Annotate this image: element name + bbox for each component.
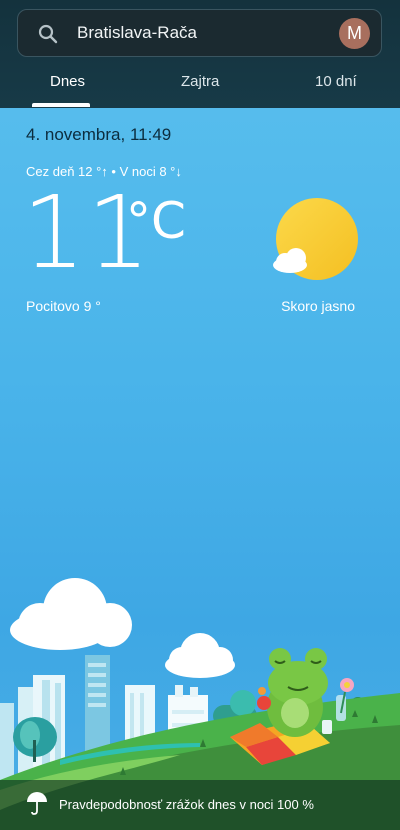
search-bar[interactable]: Bratislava-Rača M bbox=[17, 9, 382, 57]
condition-text: Skoro jasno bbox=[281, 298, 355, 314]
avatar[interactable]: M bbox=[339, 18, 370, 49]
temperature-unit: °C bbox=[126, 192, 186, 250]
partly-sunny-icon bbox=[273, 198, 358, 280]
search-icon[interactable] bbox=[36, 22, 60, 46]
weather-screen: Bratislava-Rača M Dnes Zajtra 10 dní 4. … bbox=[0, 0, 400, 830]
tab-tomorrow[interactable]: Zajtra bbox=[181, 73, 219, 90]
umbrella-icon bbox=[27, 792, 47, 815]
precipitation-banner[interactable]: Pravdepodobnosť zrážok dnes v noci 100 % bbox=[0, 780, 400, 830]
feels-like: Pocitovo 9 ° bbox=[26, 298, 101, 314]
tab-10-days[interactable]: 10 dní bbox=[315, 73, 357, 90]
active-tab-indicator bbox=[32, 103, 90, 107]
top-bar: Bratislava-Rača M Dnes Zajtra 10 dní bbox=[0, 0, 400, 108]
tab-today[interactable]: Dnes bbox=[50, 73, 85, 90]
current-datetime: 4. novembra, 11:49 bbox=[26, 125, 172, 144]
search-input[interactable]: Bratislava-Rača bbox=[77, 23, 197, 43]
precipitation-text: Pravdepodobnosť zrážok dnes v noci 100 % bbox=[59, 797, 314, 812]
